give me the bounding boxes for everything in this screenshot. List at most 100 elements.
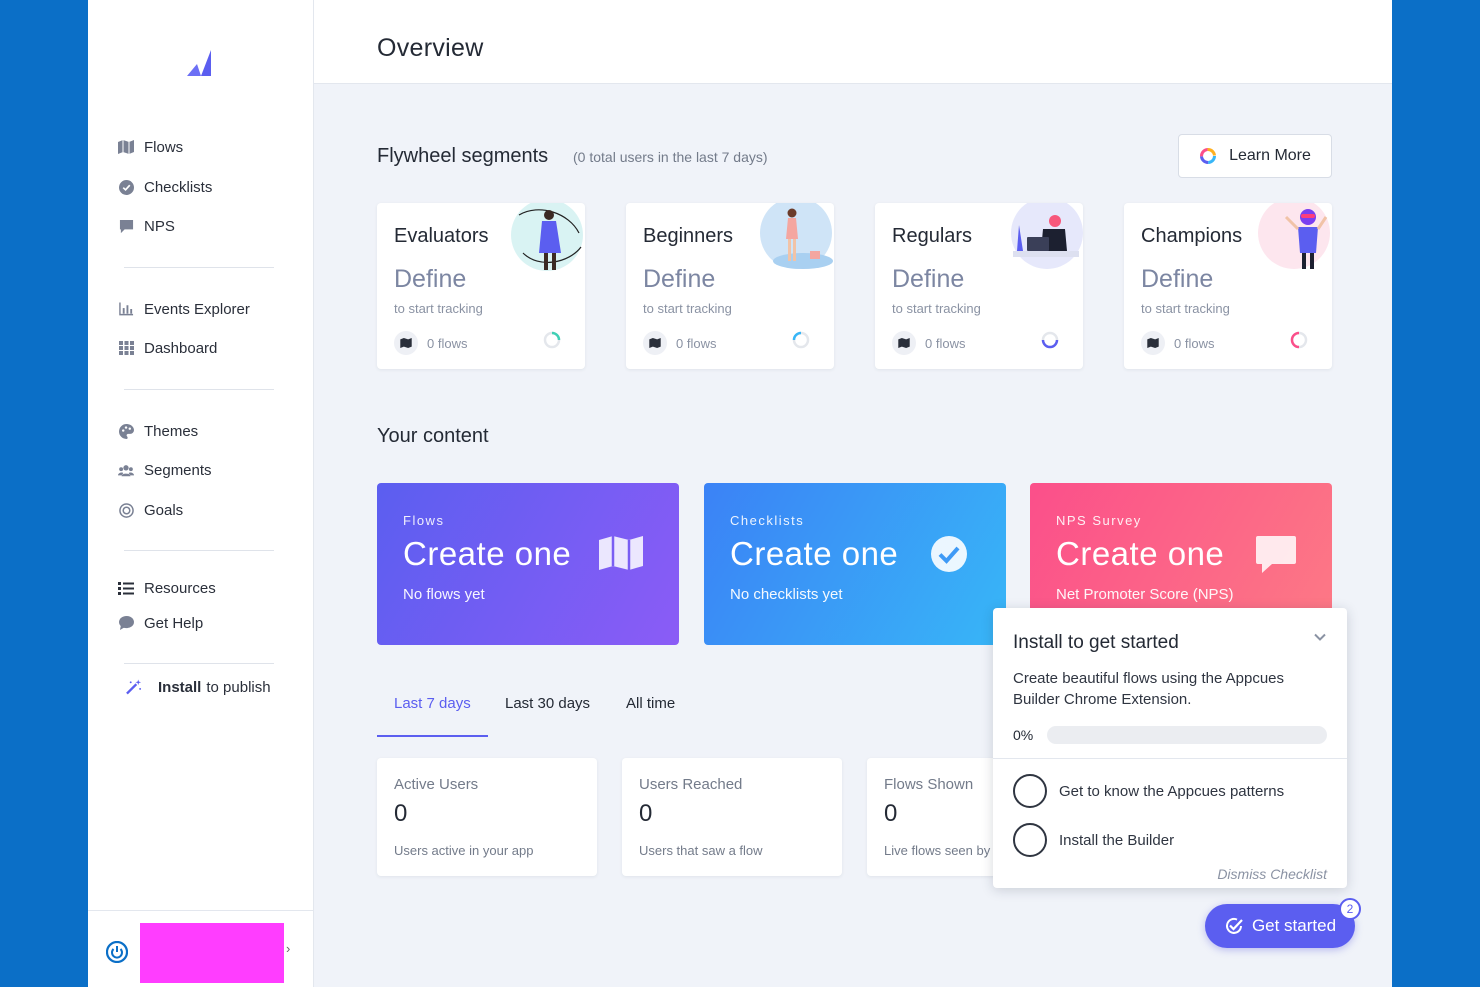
map-icon	[643, 331, 667, 355]
unchecked-circle-icon[interactable]	[1013, 823, 1047, 857]
segment-card-champions[interactable]: Champions Define to start tracking 0 flo…	[1124, 203, 1332, 369]
segment-card-regulars[interactable]: Regulars Define to start tracking 0 flow…	[875, 203, 1083, 369]
checklist-progress-bar	[1047, 726, 1327, 744]
check-badge-icon	[1225, 917, 1243, 934]
install-to-publish-link[interactable]: Install to publish	[126, 675, 271, 699]
card-title: Create one	[1056, 535, 1225, 572]
checklist-item-appcues-patterns[interactable]: Get to know the Appcues patterns	[1013, 774, 1284, 808]
stat-label: Flows Shown	[884, 776, 974, 793]
create-checklist-card[interactable]: Checklists Create one No checklists yet	[704, 483, 1006, 645]
bar-chart-icon	[118, 301, 134, 317]
sidebar-item-label: NPS	[144, 217, 175, 235]
nav-divider	[124, 663, 274, 664]
segment-card-beginners[interactable]: Beginners Define to start tracking 0 flo…	[626, 203, 834, 369]
sidebar-item-label: Themes	[144, 422, 199, 440]
stat-value: 0	[394, 800, 408, 827]
segment-hint: to start tracking	[394, 301, 483, 316]
chat-bubble-icon	[118, 218, 134, 234]
checklist-title: Install to get started	[1013, 632, 1179, 653]
user-account-area[interactable]: ›	[88, 910, 314, 987]
segment-flows-count: 0 flows	[1141, 331, 1214, 355]
segment-hint: to start tracking	[892, 301, 981, 316]
checklist-item-install-builder[interactable]: Install the Builder	[1013, 823, 1174, 857]
install-label-rest: to publish	[206, 678, 271, 696]
segment-hint: to start tracking	[1141, 301, 1230, 316]
segment-card-evaluators[interactable]: Evaluators Define to start tracking 0 fl…	[377, 203, 585, 369]
stat-card-users-reached: Users Reached 0 Users that saw a flow	[622, 758, 842, 876]
notification-badge: 2	[1339, 898, 1361, 920]
users-icon	[118, 462, 134, 478]
nav-divider	[124, 389, 274, 390]
tab-last-30-days[interactable]: Last 30 days	[505, 695, 590, 737]
sidebar-item-label: Segments	[144, 461, 212, 479]
segment-name: Champions	[1141, 225, 1243, 247]
tab-last-7-days[interactable]: Last 7 days	[377, 695, 488, 737]
sidebar-item-label: Flows	[144, 138, 184, 156]
map-icon	[892, 331, 916, 355]
segment-define-link[interactable]: Define	[643, 265, 715, 294]
get-started-label: Get started	[1251, 916, 1337, 935]
segment-define-link[interactable]: Define	[892, 265, 964, 294]
segment-define-link[interactable]: Define	[394, 265, 466, 294]
sidebar-item-themes[interactable]: Themes	[118, 419, 198, 443]
chevron-down-icon[interactable]	[1313, 630, 1327, 644]
tab-all-time[interactable]: All time	[626, 695, 675, 737]
check-circle-icon	[931, 536, 967, 572]
appcues-logo-icon[interactable]	[187, 50, 211, 76]
sidebar-item-segments[interactable]: Segments	[118, 458, 212, 482]
nav-divider	[124, 550, 274, 551]
segment-name: Evaluators	[394, 225, 489, 247]
sidebar-item-events-explorer[interactable]: Events Explorer	[118, 297, 250, 321]
sidebar-item-label: Dashboard	[144, 339, 218, 357]
loading-spinner-icon	[1290, 331, 1308, 349]
get-started-button[interactable]: Get started	[1205, 904, 1355, 948]
card-title: Create one	[403, 535, 572, 572]
app-window: Flows Checklists NPS Events Explorer Das…	[88, 0, 1392, 987]
map-icon	[118, 139, 134, 155]
segment-flows-count: 0 flows	[892, 331, 965, 355]
checklist-progress-label: 0%	[1013, 727, 1034, 743]
check-circle-icon	[118, 179, 134, 195]
card-subtitle: No flows yet	[403, 586, 485, 603]
learn-more-label: Learn More	[1229, 147, 1311, 164]
segment-flows-count: 0 flows	[394, 331, 467, 355]
evaluator-illustration-icon	[511, 203, 583, 271]
flywheel-title: Flywheel segments	[377, 145, 549, 167]
unchecked-circle-icon[interactable]	[1013, 774, 1047, 808]
sidebar-item-get-help[interactable]: Get Help	[118, 611, 203, 635]
sidebar-item-resources[interactable]: Resources	[118, 576, 216, 600]
card-subtitle: Net Promoter Score (NPS)	[1056, 586, 1234, 603]
regular-illustration-icon	[1011, 203, 1083, 269]
loading-spinner-icon	[792, 331, 810, 349]
install-checklist-panel: Install to get started Create beautiful …	[993, 608, 1347, 888]
sidebar-item-goals[interactable]: Goals	[118, 498, 183, 522]
sidebar-item-checklists[interactable]: Checklists	[118, 175, 212, 199]
flywheel-ring-icon	[1200, 148, 1217, 164]
champion-illustration-icon	[1258, 203, 1330, 269]
sidebar-item-dashboard[interactable]: Dashboard	[118, 336, 217, 360]
grid-icon	[118, 340, 134, 356]
nav-divider	[124, 267, 274, 268]
dismiss-checklist-link[interactable]: Dismiss Checklist	[1217, 866, 1327, 882]
sidebar-item-label: Checklists	[144, 178, 213, 196]
loading-spinner-icon	[1041, 331, 1059, 349]
learn-more-button[interactable]: Learn More	[1178, 134, 1332, 178]
segment-flows-label: 0 flows	[427, 335, 468, 351]
target-icon	[118, 502, 134, 518]
create-flow-card[interactable]: Flows Create one No flows yet	[377, 483, 679, 645]
install-label-bold: Install	[158, 678, 202, 696]
sidebar-item-nps[interactable]: NPS	[118, 214, 175, 238]
power-icon	[106, 941, 128, 963]
segment-flows-label: 0 flows	[1174, 335, 1215, 351]
stat-value: 0	[884, 800, 898, 827]
stat-description: Users that saw a flow	[639, 843, 763, 858]
stat-label: Active Users	[394, 776, 479, 793]
segment-define-link[interactable]: Define	[1141, 265, 1213, 294]
palette-icon	[118, 423, 134, 439]
card-label: Flows	[403, 513, 445, 528]
segment-flows-count: 0 flows	[643, 331, 716, 355]
chevron-right-icon: ›	[286, 941, 291, 956]
sidebar-item-flows[interactable]: Flows	[118, 135, 183, 159]
card-title: Create one	[730, 535, 899, 572]
magic-wand-icon	[126, 679, 142, 695]
